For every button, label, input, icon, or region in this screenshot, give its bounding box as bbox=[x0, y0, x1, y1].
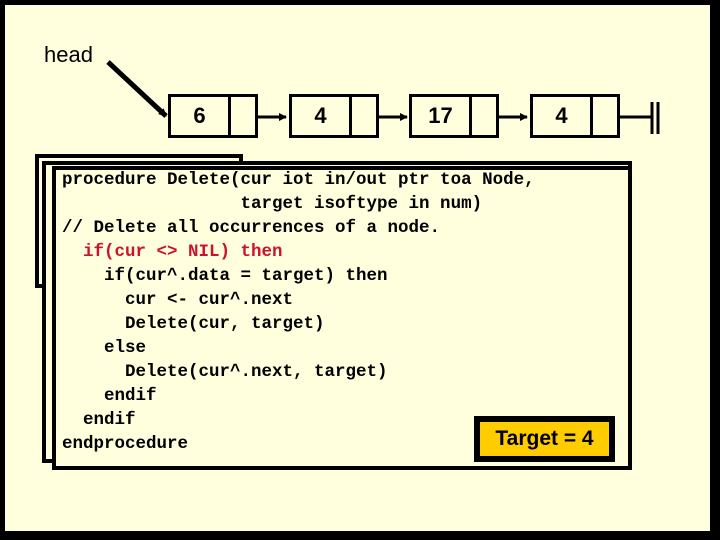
code-line: endprocedure bbox=[62, 434, 189, 454]
node-value: 17 bbox=[412, 97, 472, 135]
list-node: 6 bbox=[168, 94, 258, 138]
code-line: else bbox=[62, 338, 147, 358]
code-listing: procedure Delete(cur iot in/out ptr toa … bbox=[62, 168, 535, 456]
node-next-field bbox=[352, 97, 373, 135]
list-node: 4 bbox=[530, 94, 620, 138]
node-next-field bbox=[472, 97, 493, 135]
code-line: Delete(cur^.next, target) bbox=[62, 362, 388, 382]
code-line: cur <- cur^.next bbox=[62, 290, 294, 310]
node-next-field bbox=[231, 97, 252, 135]
code-line: Delete(cur, target) bbox=[62, 314, 325, 334]
code-line: target isoftype in num) bbox=[62, 194, 483, 214]
code-line: procedure Delete(cur iot in/out ptr toa … bbox=[62, 170, 535, 190]
code-line: endif bbox=[62, 386, 157, 406]
code-line-highlighted: if(cur <> NIL) then bbox=[62, 242, 283, 262]
code-line: if(cur^.data = target) then bbox=[62, 266, 388, 286]
node-value: 6 bbox=[171, 97, 231, 135]
list-node: 17 bbox=[409, 94, 499, 138]
list-node: 4 bbox=[289, 94, 379, 138]
code-line: // Delete all occurrences of a node. bbox=[62, 218, 441, 238]
node-value: 4 bbox=[292, 97, 352, 135]
target-badge: Target = 4 bbox=[474, 416, 615, 462]
node-next-field bbox=[593, 97, 614, 135]
target-label: Target = 4 bbox=[480, 422, 609, 456]
head-pointer-arrow bbox=[106, 60, 168, 118]
node-value: 4 bbox=[533, 97, 593, 135]
code-line: endif bbox=[62, 410, 136, 430]
